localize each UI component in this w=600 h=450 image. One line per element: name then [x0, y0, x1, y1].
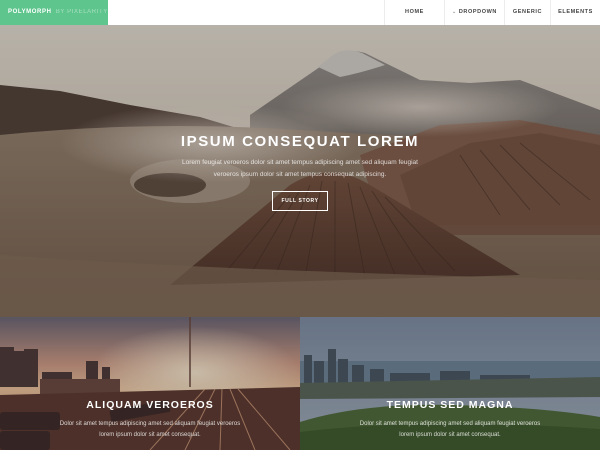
site-logo[interactable]: POLYMORPH BY PIXELARITY — [0, 0, 108, 25]
nav-item-label: ELEMENTS — [558, 9, 593, 15]
banner-title: IPSUM CONSEQUAT LOREM — [180, 133, 420, 150]
main-nav: HOME ⌄ DROPDOWN GENERIC ELEMENTS — [384, 0, 600, 25]
nav-item-label: GENERIC — [512, 9, 543, 15]
nav-item-home[interactable]: HOME — [384, 0, 444, 25]
banner-description: Lorem feugiat veroeros dolor sit amet te… — [182, 159, 418, 178]
nav-item-dropdown[interactable]: ⌄ DROPDOWN — [444, 0, 504, 25]
tile-tempus-sed-magna[interactable]: TEMPUS SED MAGNA Dolor sit amet tempus a… — [300, 317, 600, 450]
nav-item-generic[interactable]: GENERIC — [504, 0, 550, 25]
logo-name: POLYMORPH — [8, 9, 52, 15]
nav-item-elements[interactable]: ELEMENTS — [550, 0, 600, 25]
full-story-button[interactable]: FULL STORY — [272, 191, 328, 211]
chevron-down-icon: ⌄ — [452, 9, 457, 15]
tile-title: TEMPUS SED MAGNA — [386, 399, 514, 411]
tile-description: Dolor sit amet tempus adipiscing amet se… — [359, 421, 541, 438]
nav-item-label: DROPDOWN — [458, 9, 497, 15]
tile-description: Dolor sit amet tempus adipiscing amet se… — [59, 421, 241, 438]
hero-banner: IPSUM CONSEQUAT LOREM Lorem feugiat vero… — [0, 25, 600, 317]
logo-byline: BY PIXELARITY — [55, 9, 108, 15]
tile-aliquam-veroeros[interactable]: ALIQUAM VEROEROS Dolor sit amet tempus a… — [0, 317, 300, 450]
nav-item-label: HOME — [405, 9, 424, 15]
tile-title: ALIQUAM VEROEROS — [86, 399, 214, 411]
site-header: POLYMORPH BY PIXELARITY HOME ⌄ DROPDOWN G… — [0, 0, 600, 25]
